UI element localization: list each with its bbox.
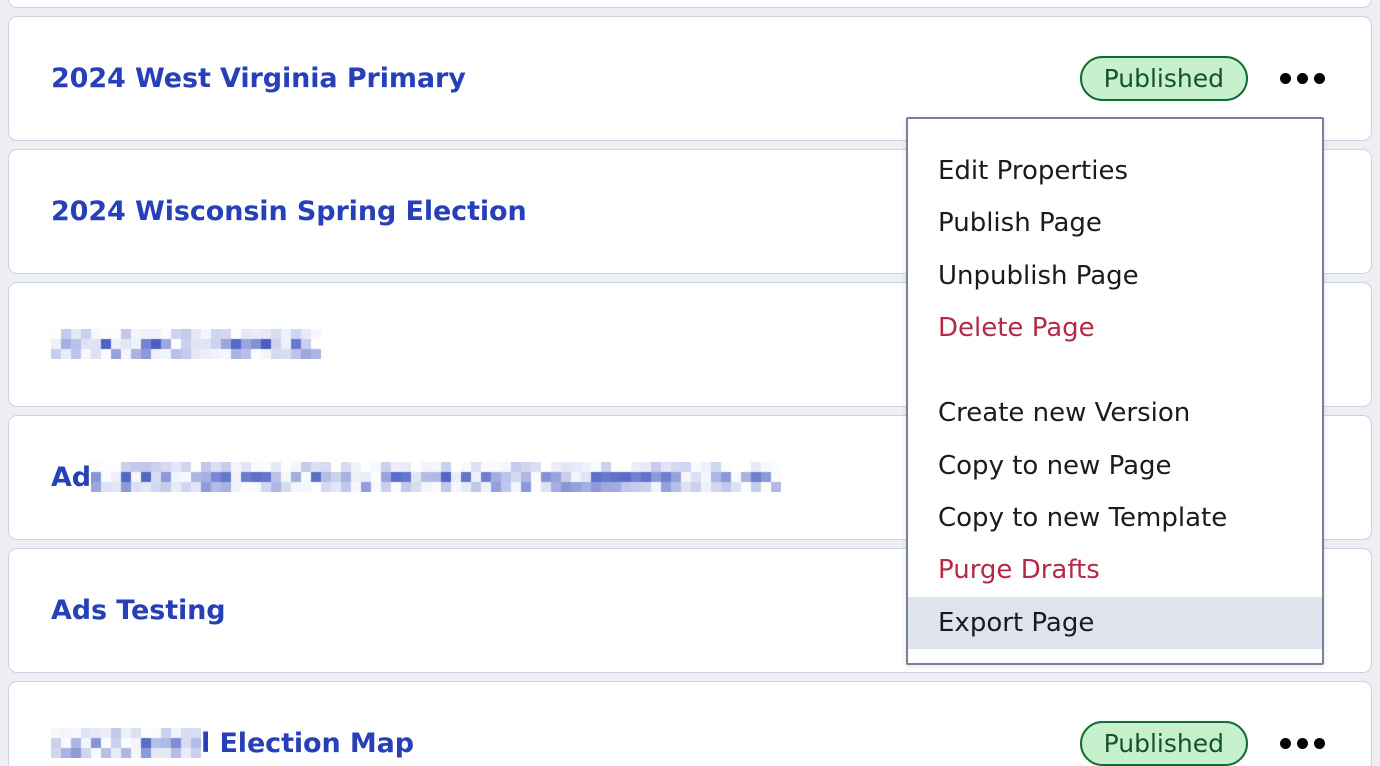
menu-item-purge-drafts[interactable]: Purge Drafts — [908, 544, 1322, 596]
context-menu-group-1: Edit Properties Publish Page Unpublish P… — [908, 145, 1322, 354]
menu-item-copy-to-new-page[interactable]: Copy to new Page — [908, 440, 1322, 492]
table-row[interactable]: l Election Map Published — [8, 681, 1372, 766]
kebab-dot-1 — [1280, 73, 1291, 84]
more-actions-icon[interactable] — [1278, 732, 1327, 755]
more-actions-icon[interactable] — [1278, 67, 1327, 90]
page-title-link-redacted[interactable] — [51, 328, 323, 360]
row-actions: Published — [1079, 56, 1327, 101]
context-menu: Edit Properties Publish Page Unpublish P… — [906, 117, 1324, 665]
page-title-link[interactable]: 2024 Wisconsin Spring Election — [51, 198, 527, 225]
kebab-dot-2 — [1297, 738, 1308, 749]
kebab-dot-3 — [1314, 73, 1325, 84]
menu-item-delete-page[interactable]: Delete Page — [908, 302, 1322, 354]
page-title-link[interactable]: Ads Testing — [51, 597, 226, 624]
menu-item-export-page[interactable]: Export Page — [908, 596, 1322, 649]
redacted-text — [91, 461, 782, 492]
kebab-dot-1 — [1280, 738, 1291, 749]
menu-item-copy-to-new-template[interactable]: Copy to new Template — [908, 492, 1322, 544]
kebab-dot-2 — [1297, 73, 1308, 84]
menu-item-unpublish-page[interactable]: Unpublish Page — [908, 250, 1322, 302]
redacted-text — [51, 727, 201, 758]
page-title-prefix: Ad — [51, 462, 92, 493]
page-title-link[interactable]: 2024 West Virginia Primary — [51, 65, 466, 92]
menu-item-edit-properties[interactable]: Edit Properties — [908, 145, 1322, 197]
menu-separator — [908, 354, 1322, 387]
kebab-dot-3 — [1314, 738, 1325, 749]
page-title-link-redacted[interactable]: l Election Map — [51, 727, 415, 759]
context-menu-group-2: Create new Version Copy to new Page Copy… — [908, 387, 1322, 649]
redacted-text — [51, 328, 323, 359]
page-title-suffix: l Election Map — [201, 728, 415, 759]
status-badge: Published — [1079, 56, 1248, 101]
table-row[interactable] — [8, 0, 1372, 8]
status-badge: Published — [1079, 721, 1248, 766]
row-actions: Published — [1079, 721, 1327, 766]
page-title-link-redacted[interactable]: Ad — [51, 461, 782, 493]
menu-item-publish-page[interactable]: Publish Page — [908, 197, 1322, 249]
menu-item-create-new-version[interactable]: Create new Version — [908, 387, 1322, 439]
